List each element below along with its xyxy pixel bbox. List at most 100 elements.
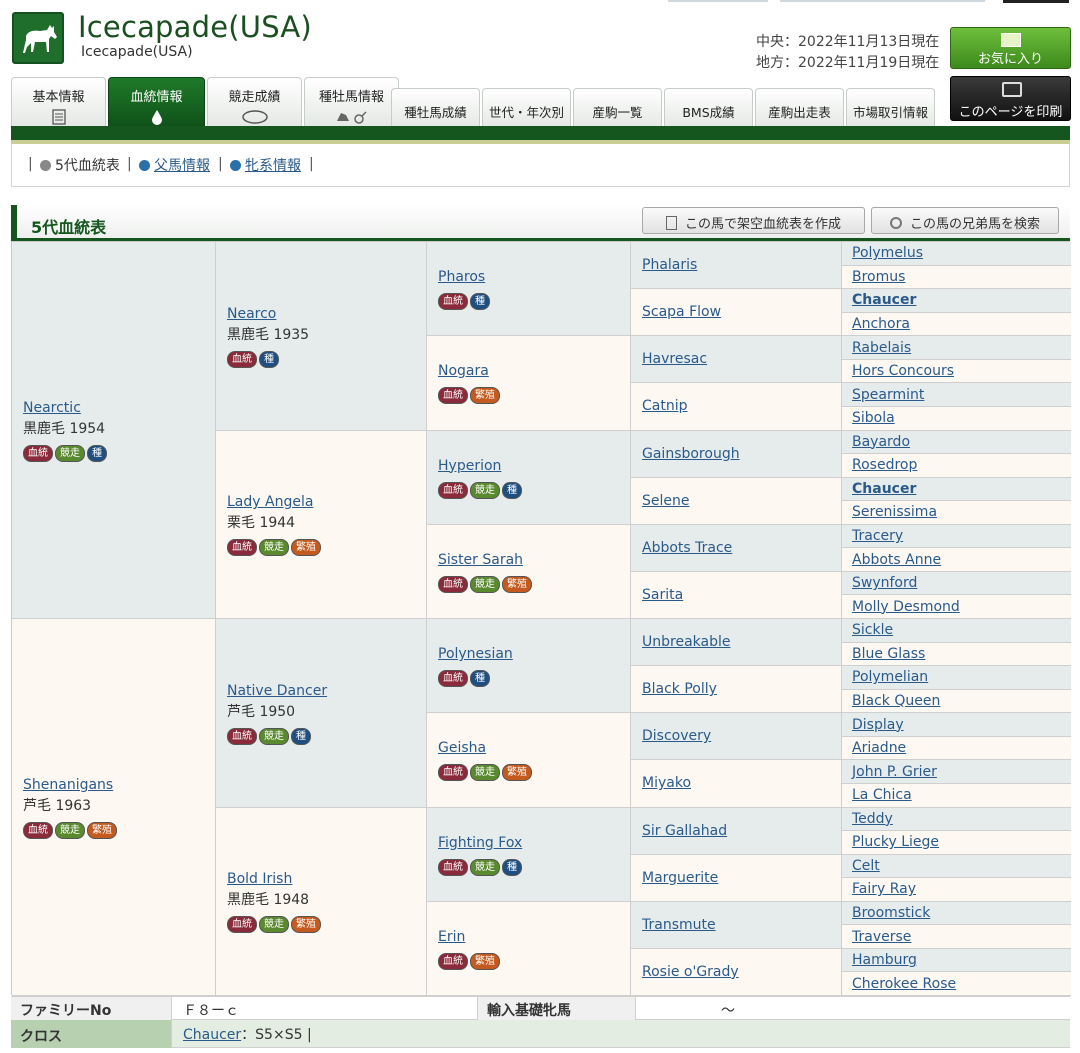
horse-link[interactable]: Unbreakable xyxy=(642,634,841,650)
horse-link[interactable]: Selene xyxy=(642,493,841,509)
horse-link[interactable]: Nearco xyxy=(227,304,426,324)
badge-race[interactable]: 競走 xyxy=(470,858,500,876)
horse-link[interactable]: Fairy Ray xyxy=(852,881,1071,897)
horse-link[interactable]: Broomstick xyxy=(852,905,1071,921)
horse-link[interactable]: Polynesian xyxy=(438,644,630,664)
horse-link[interactable]: Havresac xyxy=(642,351,841,367)
horse-link[interactable]: Plucky Liege xyxy=(852,834,1071,850)
create-fictional-pedigree-button[interactable]: この馬で架空血統表を作成 xyxy=(642,207,865,234)
badge-breed[interactable]: 繁殖 xyxy=(291,916,321,934)
horse-link[interactable]: Abbots Anne xyxy=(852,552,1071,568)
badge-sire[interactable]: 種 xyxy=(502,858,522,876)
badge-bloodline[interactable]: 血統 xyxy=(227,916,257,934)
tab-generation[interactable]: 世代・年次別 xyxy=(482,88,571,127)
badge-breed[interactable]: 繁殖 xyxy=(502,575,532,593)
badge-race[interactable]: 競走 xyxy=(259,916,289,934)
horse-link[interactable]: Polymelian xyxy=(852,669,1071,685)
horse-icon[interactable] xyxy=(12,12,64,64)
horse-link[interactable]: Rosie o'Grady xyxy=(642,964,841,980)
badge-bloodline[interactable]: 血統 xyxy=(438,293,468,311)
badge-bloodline[interactable]: 血統 xyxy=(438,764,468,782)
subnav-sire-link[interactable]: 父馬情報 xyxy=(139,155,210,175)
horse-link[interactable]: Serenissima xyxy=(852,504,1071,520)
horse-link[interactable]: Blue Glass xyxy=(852,646,1071,662)
horse-link[interactable]: Marguerite xyxy=(642,870,841,886)
horse-link[interactable]: Shenanigans xyxy=(23,775,215,795)
horse-link[interactable]: Chaucer xyxy=(852,481,1071,497)
horse-link[interactable]: Fighting Fox xyxy=(438,833,630,853)
badge-race[interactable]: 競走 xyxy=(470,764,500,782)
badge-race[interactable]: 競走 xyxy=(55,445,85,462)
horse-link[interactable]: Native Dancer xyxy=(227,681,426,701)
horse-link[interactable]: Gainsborough xyxy=(642,446,841,462)
horse-link[interactable]: Ariadne xyxy=(852,740,1071,756)
tab-offspring[interactable]: 産駒一覧 xyxy=(573,88,662,127)
horse-link[interactable]: Abbots Trace xyxy=(642,540,841,556)
horse-link[interactable]: Teddy xyxy=(852,811,1071,827)
search-siblings-button[interactable]: この馬の兄弟馬を検索 xyxy=(871,207,1059,234)
tab-sire-results[interactable]: 種牡馬成績 xyxy=(391,88,480,127)
horse-link[interactable]: Bromus xyxy=(852,269,1071,285)
badge-breed[interactable]: 繁殖 xyxy=(470,952,500,970)
horse-link[interactable]: Sarita xyxy=(642,587,841,603)
horse-link[interactable]: Molly Desmond xyxy=(852,599,1071,615)
horse-link[interactable]: Sister Sarah xyxy=(438,550,630,570)
favorite-button[interactable]: お気に入り xyxy=(950,27,1071,69)
horse-link[interactable]: Phalaris xyxy=(642,257,841,273)
horse-link[interactable]: Celt xyxy=(852,858,1071,874)
subnav-label[interactable]: 牝系情報 xyxy=(245,158,301,174)
horse-link[interactable]: Nogara xyxy=(438,361,630,381)
horse-link[interactable]: Spearmint xyxy=(852,387,1071,403)
badge-bloodline[interactable]: 血統 xyxy=(227,350,257,368)
tab-market[interactable]: 市場取引情報 xyxy=(846,88,935,127)
horse-link[interactable]: John P. Grier xyxy=(852,764,1071,780)
badge-sire[interactable]: 種 xyxy=(470,670,490,688)
horse-link[interactable]: Nearctic xyxy=(23,398,215,418)
badge-bloodline[interactable]: 血統 xyxy=(438,670,468,688)
badge-breed[interactable]: 繁殖 xyxy=(470,387,500,405)
badge-breed[interactable]: 繁殖 xyxy=(87,822,117,839)
horse-link[interactable]: Erin xyxy=(438,927,630,947)
badge-race[interactable]: 競走 xyxy=(259,539,289,557)
badge-bloodline[interactable]: 血統 xyxy=(23,822,53,839)
tab-basic[interactable]: 基本情報 xyxy=(11,77,106,127)
horse-link[interactable]: Transmute xyxy=(642,917,841,933)
badge-race[interactable]: 競走 xyxy=(470,481,500,499)
horse-link[interactable]: Sickle xyxy=(852,622,1071,638)
badge-bloodline[interactable]: 血統 xyxy=(227,727,257,745)
tab-sire-info[interactable]: 種牡馬情報 xyxy=(304,77,399,127)
subnav-label[interactable]: 父馬情報 xyxy=(154,158,210,174)
badge-sire[interactable]: 種 xyxy=(470,293,490,311)
tab-pedigree[interactable]: 血統情報 xyxy=(108,77,205,127)
badge-bloodline[interactable]: 血統 xyxy=(438,952,468,970)
horse-link[interactable]: Scapa Flow xyxy=(642,304,841,320)
horse-link[interactable]: Tracery xyxy=(852,528,1071,544)
horse-link[interactable]: Geisha xyxy=(438,738,630,758)
horse-link[interactable]: Polymelus xyxy=(852,245,1071,261)
badge-sire[interactable]: 種 xyxy=(291,727,311,745)
print-button[interactable]: このページを印刷 xyxy=(950,76,1071,121)
horse-link[interactable]: Rabelais xyxy=(852,340,1071,356)
badge-bloodline[interactable]: 血統 xyxy=(438,858,468,876)
badge-race[interactable]: 競走 xyxy=(55,822,85,839)
tab-race-record[interactable]: 競走成績 xyxy=(207,77,302,127)
horse-link[interactable]: Hyperion xyxy=(438,456,630,476)
badge-race[interactable]: 競走 xyxy=(470,575,500,593)
tab-bms[interactable]: BMS成績 xyxy=(664,88,753,127)
horse-link[interactable]: Swynford xyxy=(852,575,1071,591)
badge-bloodline[interactable]: 血統 xyxy=(23,445,53,462)
horse-link[interactable]: Display xyxy=(852,717,1071,733)
horse-link[interactable]: Anchora xyxy=(852,316,1071,332)
badge-bloodline[interactable]: 血統 xyxy=(227,539,257,557)
horse-link[interactable]: Bayardo xyxy=(852,434,1071,450)
horse-link[interactable]: Chaucer xyxy=(852,292,1071,308)
horse-link[interactable]: Sibola xyxy=(852,410,1071,426)
badge-breed[interactable]: 繁殖 xyxy=(291,539,321,557)
horse-link[interactable]: Sir Gallahad xyxy=(642,823,841,839)
horse-link[interactable]: Pharos xyxy=(438,267,630,287)
horse-link[interactable]: La Chica xyxy=(852,787,1071,803)
horse-link[interactable]: Lady Angela xyxy=(227,492,426,512)
badge-breed[interactable]: 繁殖 xyxy=(502,764,532,782)
badge-bloodline[interactable]: 血統 xyxy=(438,575,468,593)
horse-link[interactable]: Miyako xyxy=(642,775,841,791)
